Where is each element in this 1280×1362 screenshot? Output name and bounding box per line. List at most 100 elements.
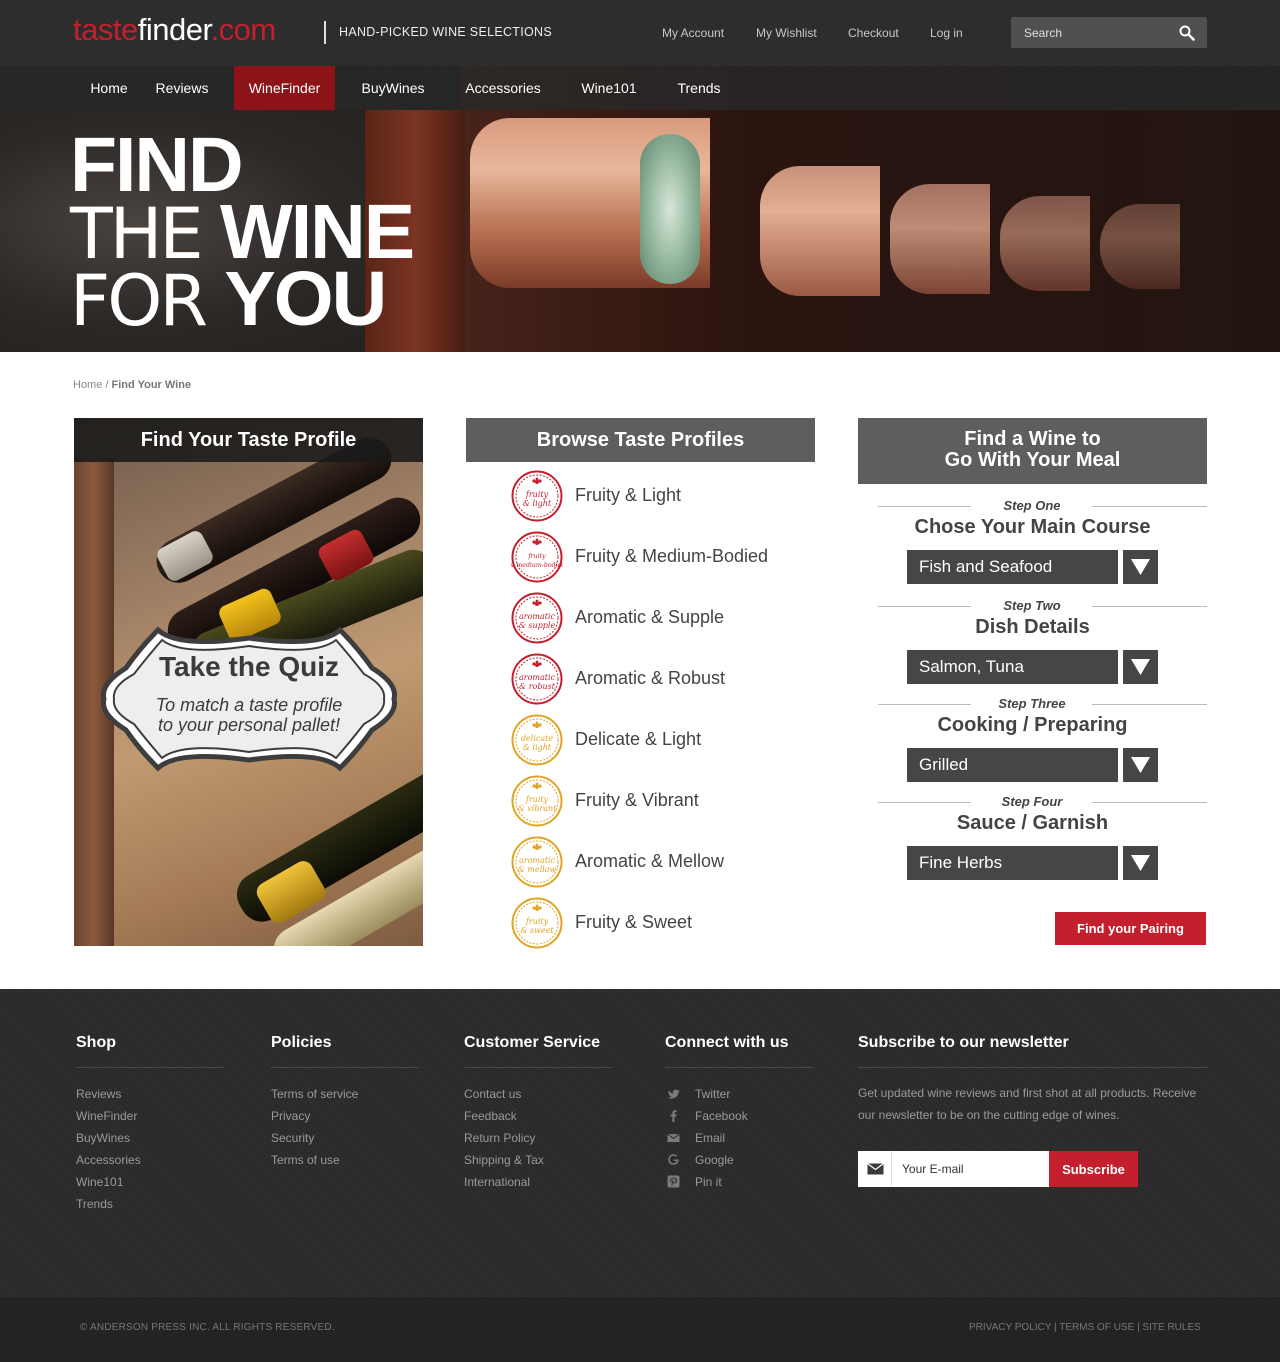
meal-step-select[interactable]: Salmon, Tuna bbox=[907, 650, 1158, 684]
taste-profile-item[interactable]: aromatic & supple Aromatic & Supple bbox=[511, 592, 811, 644]
step-label: Step One bbox=[1003, 498, 1061, 513]
footer-social-link[interactable]: Google bbox=[695, 1153, 734, 1167]
dropdown-arrow-button[interactable] bbox=[1123, 550, 1158, 584]
breadcrumb: Home / Find Your Wine bbox=[73, 379, 191, 391]
taste-seal-icon: fruity& light bbox=[511, 470, 563, 522]
pinterest-icon[interactable] bbox=[667, 1175, 680, 1188]
nav-wine101[interactable]: Wine101 bbox=[568, 66, 650, 110]
footer-link[interactable]: Reviews bbox=[76, 1087, 121, 1101]
hero-bottle-image bbox=[1100, 204, 1180, 289]
footer-divider bbox=[271, 1067, 419, 1068]
main-nav: Home Reviews WineFinder BuyWines Accesso… bbox=[0, 66, 1280, 110]
nav-buywines[interactable]: BuyWines bbox=[348, 66, 438, 110]
taste-profile-item[interactable]: fruity & light Fruity & Light bbox=[511, 470, 811, 522]
footer-link[interactable]: Feedback bbox=[464, 1109, 517, 1123]
footer-divider bbox=[76, 1067, 224, 1068]
nav-home[interactable]: Home bbox=[74, 66, 144, 110]
meal-heading: Find a Wine to Go With Your Meal bbox=[858, 418, 1207, 484]
site-rules-link[interactable]: SITE RULES bbox=[1142, 1322, 1200, 1333]
footer-link[interactable]: Return Policy bbox=[464, 1131, 535, 1145]
my-account-link[interactable]: My Account bbox=[662, 26, 724, 40]
step-divider bbox=[1092, 704, 1207, 705]
step-label: Step Two bbox=[1003, 598, 1061, 613]
mail-icon bbox=[867, 1163, 884, 1175]
triangle-down-icon bbox=[1131, 757, 1150, 773]
footer-divider bbox=[858, 1067, 1208, 1068]
step-divider bbox=[878, 802, 971, 803]
hero-bottle-cap bbox=[640, 134, 700, 284]
footer-social-link[interactable]: Twitter bbox=[695, 1087, 730, 1101]
my-wishlist-link[interactable]: My Wishlist bbox=[756, 26, 817, 40]
seal-text: & vibrant bbox=[518, 804, 558, 813]
step-divider bbox=[878, 704, 971, 705]
find-pairing-button[interactable]: Find your Pairing bbox=[1055, 912, 1206, 945]
footer-link[interactable]: International bbox=[464, 1175, 530, 1189]
dropdown-arrow-button[interactable] bbox=[1123, 748, 1158, 782]
step-divider bbox=[878, 606, 971, 607]
logo-divider bbox=[324, 21, 326, 44]
step-divider bbox=[878, 506, 971, 507]
newsletter-email-input[interactable] bbox=[902, 1151, 1047, 1187]
breadcrumb-home[interactable]: Home bbox=[73, 379, 102, 391]
step-title: Sauce / Garnish bbox=[956, 812, 1109, 834]
meal-heading-line-2: Go With Your Meal bbox=[944, 449, 1121, 471]
meal-step-select[interactable]: Fine Herbs bbox=[907, 846, 1158, 880]
footer-link[interactable]: Security bbox=[271, 1131, 314, 1145]
taste-profile-item[interactable]: delicate & light Delicate & Light bbox=[511, 714, 811, 766]
subscribe-button[interactable]: Subscribe bbox=[1049, 1151, 1138, 1187]
seal-text: & sweet bbox=[520, 926, 554, 935]
step-title: Dish Details bbox=[975, 616, 1090, 638]
login-link[interactable]: Log in bbox=[930, 26, 963, 40]
step-divider bbox=[1092, 606, 1207, 607]
checkout-link[interactable]: Checkout bbox=[848, 26, 899, 40]
nav-accessories[interactable]: Accessories bbox=[452, 66, 554, 110]
taste-profile-item[interactable]: fruity & sweet Fruity & Sweet bbox=[511, 897, 811, 949]
taste-profile-item[interactable]: fruity & vibrant Fruity & Vibrant bbox=[511, 775, 811, 827]
email-icon[interactable] bbox=[667, 1131, 680, 1144]
footer-link[interactable]: Wine101 bbox=[76, 1175, 123, 1189]
twitter-icon[interactable] bbox=[667, 1087, 680, 1100]
search-box bbox=[1011, 17, 1207, 48]
footer-social-link[interactable]: Email bbox=[695, 1131, 725, 1145]
terms-of-use-link[interactable]: TERMS OF USE bbox=[1059, 1322, 1134, 1333]
taste-profile-item[interactable]: aromatic & robust Aromatic & Robust bbox=[511, 653, 811, 705]
search-input[interactable] bbox=[1011, 17, 1171, 48]
triangle-down-icon bbox=[1131, 855, 1150, 871]
meal-step-select[interactable]: Fish and Seafood bbox=[907, 550, 1158, 584]
quiz-panel[interactable]: Find Your Taste Profile Take the Quiz To… bbox=[74, 418, 423, 946]
seal-text: & supple bbox=[519, 621, 556, 630]
hero-bottle-image bbox=[760, 166, 880, 296]
footer-link[interactable]: Shipping & Tax bbox=[464, 1153, 544, 1167]
taste-profile-name: Aromatic & Robust bbox=[575, 668, 726, 688]
facebook-icon[interactable] bbox=[667, 1109, 680, 1122]
privacy-policy-link[interactable]: PRIVACY POLICY bbox=[969, 1322, 1051, 1333]
dropdown-arrow-button[interactable] bbox=[1123, 846, 1158, 880]
seal-text: & light bbox=[523, 743, 552, 752]
dropdown-arrow-button[interactable] bbox=[1123, 650, 1158, 684]
legal-links: PRIVACY POLICY | TERMS OF USE | SITE RUL… bbox=[969, 1322, 1201, 1333]
taste-profile-item[interactable]: aromatic & mellow Aromatic & Mellow bbox=[511, 836, 811, 888]
nav-winefinder[interactable]: WineFinder bbox=[234, 66, 335, 110]
nav-reviews[interactable]: Reviews bbox=[144, 66, 220, 110]
footer-link[interactable]: WineFinder bbox=[76, 1109, 137, 1123]
footer-link[interactable]: Trends bbox=[76, 1197, 113, 1211]
step-divider bbox=[1092, 802, 1207, 803]
footer-link[interactable]: Terms of service bbox=[271, 1087, 358, 1101]
hero-line-3-bold: YOU bbox=[224, 256, 387, 342]
search-icon[interactable] bbox=[1179, 25, 1195, 41]
meal-step-select[interactable]: Grilled bbox=[907, 748, 1158, 782]
site-logo[interactable]: tastefinder.com bbox=[73, 12, 276, 48]
footer-link[interactable]: Privacy bbox=[271, 1109, 310, 1123]
footer-link[interactable]: Contact us bbox=[464, 1087, 521, 1101]
google-icon[interactable] bbox=[667, 1153, 680, 1166]
taste-profile-name: Aromatic & Supple bbox=[575, 607, 725, 627]
taste-profile-item[interactable]: fruity & medium-bodied Fruity & Medium-Bod… bbox=[511, 531, 811, 583]
footer bbox=[0, 989, 1280, 1297]
footer-social-link[interactable]: Pin it bbox=[695, 1175, 722, 1189]
nav-trends[interactable]: Trends bbox=[664, 66, 734, 110]
footer-link[interactable]: Terms of use bbox=[271, 1153, 340, 1167]
footer-link[interactable]: BuyWines bbox=[76, 1131, 130, 1145]
select-value: Fish and Seafood bbox=[907, 550, 1118, 584]
footer-social-link[interactable]: Facebook bbox=[695, 1109, 748, 1123]
footer-link[interactable]: Accessories bbox=[76, 1153, 141, 1167]
